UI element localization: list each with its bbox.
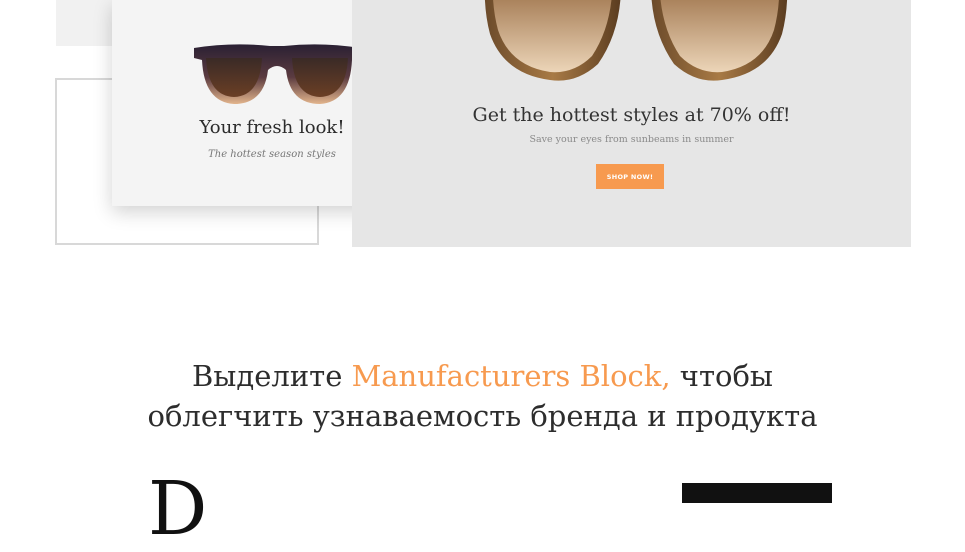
brand-logo-right[interactable] [682,483,832,503]
headline-prefix: Выделите [191,359,352,393]
headline-line-2: облегчить узнаваемость бренда и продукта [147,399,818,433]
banner-subtitle: Save your eyes from sunbeams in summer [529,134,734,145]
headline-accent: Manufacturers Block, [351,359,671,393]
aviator-sunglasses-image [484,0,788,81]
shop-now-button[interactable]: SHOP NOW! [596,164,664,189]
banner-title: Get the hottest styles at 70% off! [472,104,791,126]
headline-suffix: чтобы [670,359,774,393]
manufacturers-headline: Выделите Manufacturers Block, чтобы обле… [0,356,965,436]
sunglasses-image [194,44,360,104]
headline-line-1: Выделите Manufacturers Block, чтобы [0,356,965,396]
sale-banner[interactable]: Get the hottest styles at 70% off! Save … [352,0,911,247]
brand-logo-left[interactable]: D [148,472,207,546]
